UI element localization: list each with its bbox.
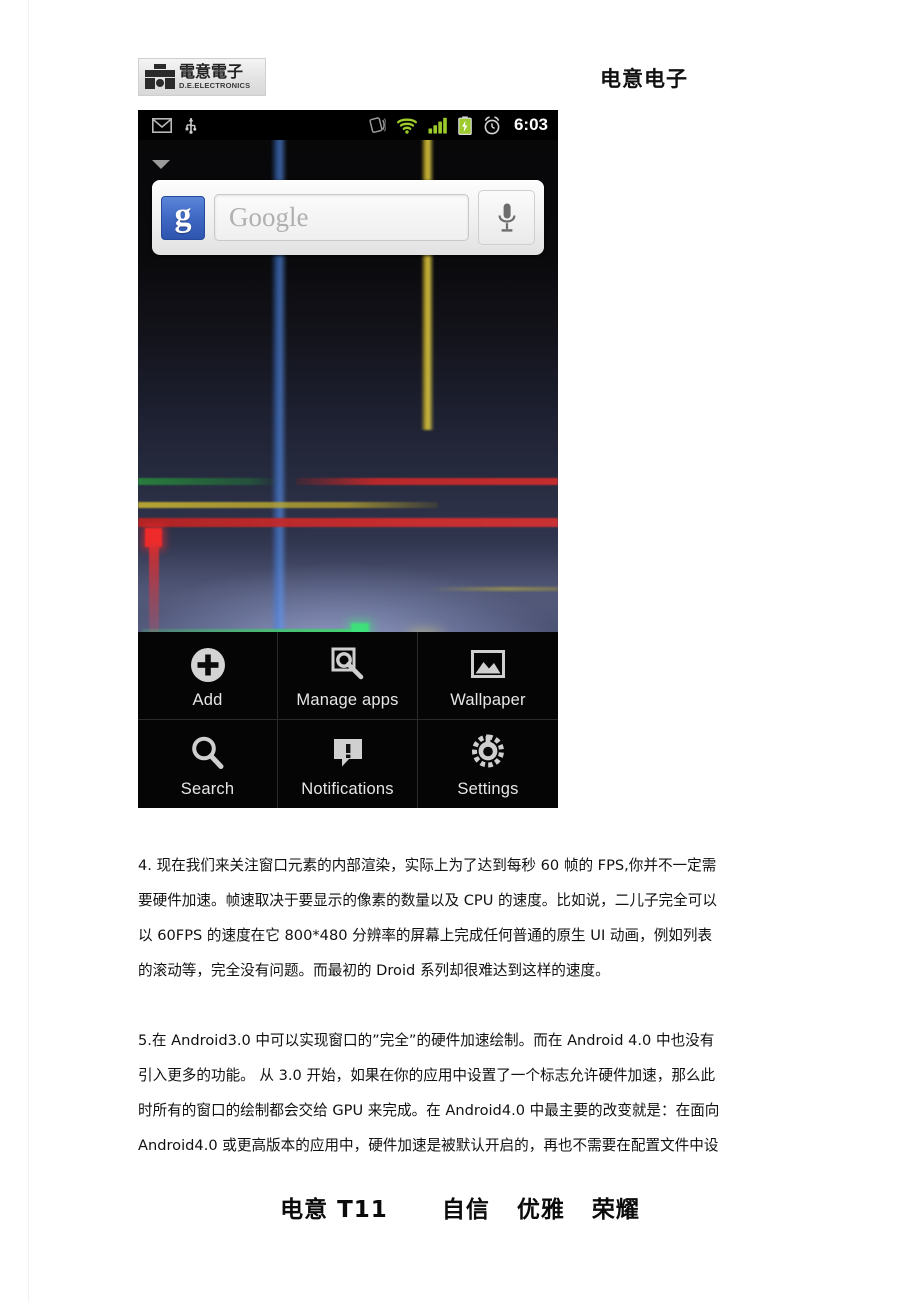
magnifier-icon <box>187 731 229 777</box>
picture-icon <box>467 642 509 688</box>
page-title: 电意电子 <box>600 67 688 91</box>
google-logo-icon[interactable]: g <box>161 195 205 240</box>
logo-text: 電意電子 D.E.ELECTRONICS <box>179 64 250 90</box>
voice-search-button[interactable] <box>478 190 535 245</box>
menu-item-label: Manage apps <box>296 691 399 710</box>
page-header: 電意電子 D.E.ELECTRONICS 电意电子 <box>138 58 798 106</box>
menu-item-label: Search <box>180 779 235 798</box>
microphone-icon <box>498 203 515 232</box>
status-bar-clock: 6:03 <box>513 115 548 134</box>
page-footer: 电意 T11 自信 优雅 荣耀 <box>280 1197 640 1223</box>
menu-item-settings[interactable]: Settings <box>418 720 558 808</box>
status-bar-right-icons: 6:03 <box>367 115 558 135</box>
paragraph-line: 以 60FPS 的速度在它 800*480 分辨率的屏幕上完成任何普通的原生 U… <box>138 927 713 944</box>
android-phone-screenshot: 6:03 g Google Add Manage apps Wallpaper … <box>138 110 558 808</box>
logo-mark-icon <box>145 64 175 90</box>
paragraph-line: 5.在 Android3.0 中可以实现窗口的”完全”的硬件加速绘制。而在 An… <box>138 1032 715 1049</box>
gear-icon <box>467 731 509 777</box>
search-placeholder: Google <box>229 202 309 232</box>
battery-charging-icon <box>458 115 472 135</box>
paragraph-line: 的滚动等，完全没有问题。而最初的 Droid 系列却很难达到这样的速度。 <box>138 962 610 979</box>
menu-item-search[interactable]: Search <box>138 720 278 808</box>
chevron-down-icon[interactable] <box>152 160 170 169</box>
wrench-icon <box>327 642 369 688</box>
google-search-widget[interactable]: g Google <box>152 180 544 255</box>
paragraph-line: Android4.0 或更高版本的应用中，硬件加速是被默认开启的，再也不需要在配… <box>138 1137 719 1154</box>
document-body: 4. 现在我们来关注窗口元素的内部渲染，实际上为了达到每秒 60 帧的 FPS,… <box>138 848 788 1163</box>
paragraph-line: 4. 现在我们来关注窗口元素的内部渲染，实际上为了达到每秒 60 帧的 FPS,… <box>138 857 717 874</box>
paragraph-line: 时所有的窗口的绘制都会交给 GPU 来完成。在 Android4.0 中最主要的… <box>138 1102 720 1119</box>
signal-icon <box>428 117 447 133</box>
home-options-menu: Add Manage apps Wallpaper Search Notific… <box>138 632 558 808</box>
menu-item-wallpaper[interactable]: Wallpaper <box>418 632 558 720</box>
menu-item-label: Notifications <box>301 779 394 798</box>
menu-item-label: Wallpaper <box>450 691 526 710</box>
paragraph-4: 4. 现在我们来关注窗口元素的内部渲染，实际上为了达到每秒 60 帧的 FPS,… <box>138 848 788 988</box>
usb-icon <box>185 118 197 134</box>
search-input[interactable]: Google <box>214 194 469 241</box>
logo-english-name: D.E.ELECTRONICS <box>179 81 251 91</box>
company-logo: 電意電子 D.E.ELECTRONICS <box>138 58 266 96</box>
paragraph-line: 要硬件加速。帧速取决于要显示的像素的数量以及 CPU 的速度。比如说，二儿子完全… <box>138 892 717 909</box>
status-bar-left-icons <box>138 116 198 134</box>
plus-circle-icon <box>187 642 229 688</box>
menu-item-notifications[interactable]: Notifications <box>278 720 418 808</box>
document-page: 電意電子 D.E.ELECTRONICS 电意电子 6:03 g Google … <box>0 0 920 1302</box>
menu-item-label: Settings <box>457 779 519 798</box>
menu-item-manage-apps[interactable]: Manage apps <box>278 632 418 720</box>
gmail-icon <box>152 117 172 133</box>
menu-item-label: Add <box>192 691 223 710</box>
logo-chinese-name: 電意電子 <box>179 62 244 82</box>
google-logo-letter: g <box>174 196 192 234</box>
menu-item-add[interactable]: Add <box>138 632 278 720</box>
wifi-icon <box>396 118 417 134</box>
android-status-bar: 6:03 <box>138 110 558 140</box>
page-margin-rule <box>28 0 29 1302</box>
alarm-clock-icon <box>484 115 500 134</box>
vibrate-icon <box>369 117 386 133</box>
notification-bubble-icon <box>327 731 369 777</box>
paragraph-line: 引入更多的功能。 从 3.0 开始，如果在你的应用中设置了一个标志允许硬件加速，… <box>138 1067 716 1084</box>
paragraph-5: 5.在 Android3.0 中可以实现窗口的”完全”的硬件加速绘制。而在 An… <box>138 1023 788 1163</box>
